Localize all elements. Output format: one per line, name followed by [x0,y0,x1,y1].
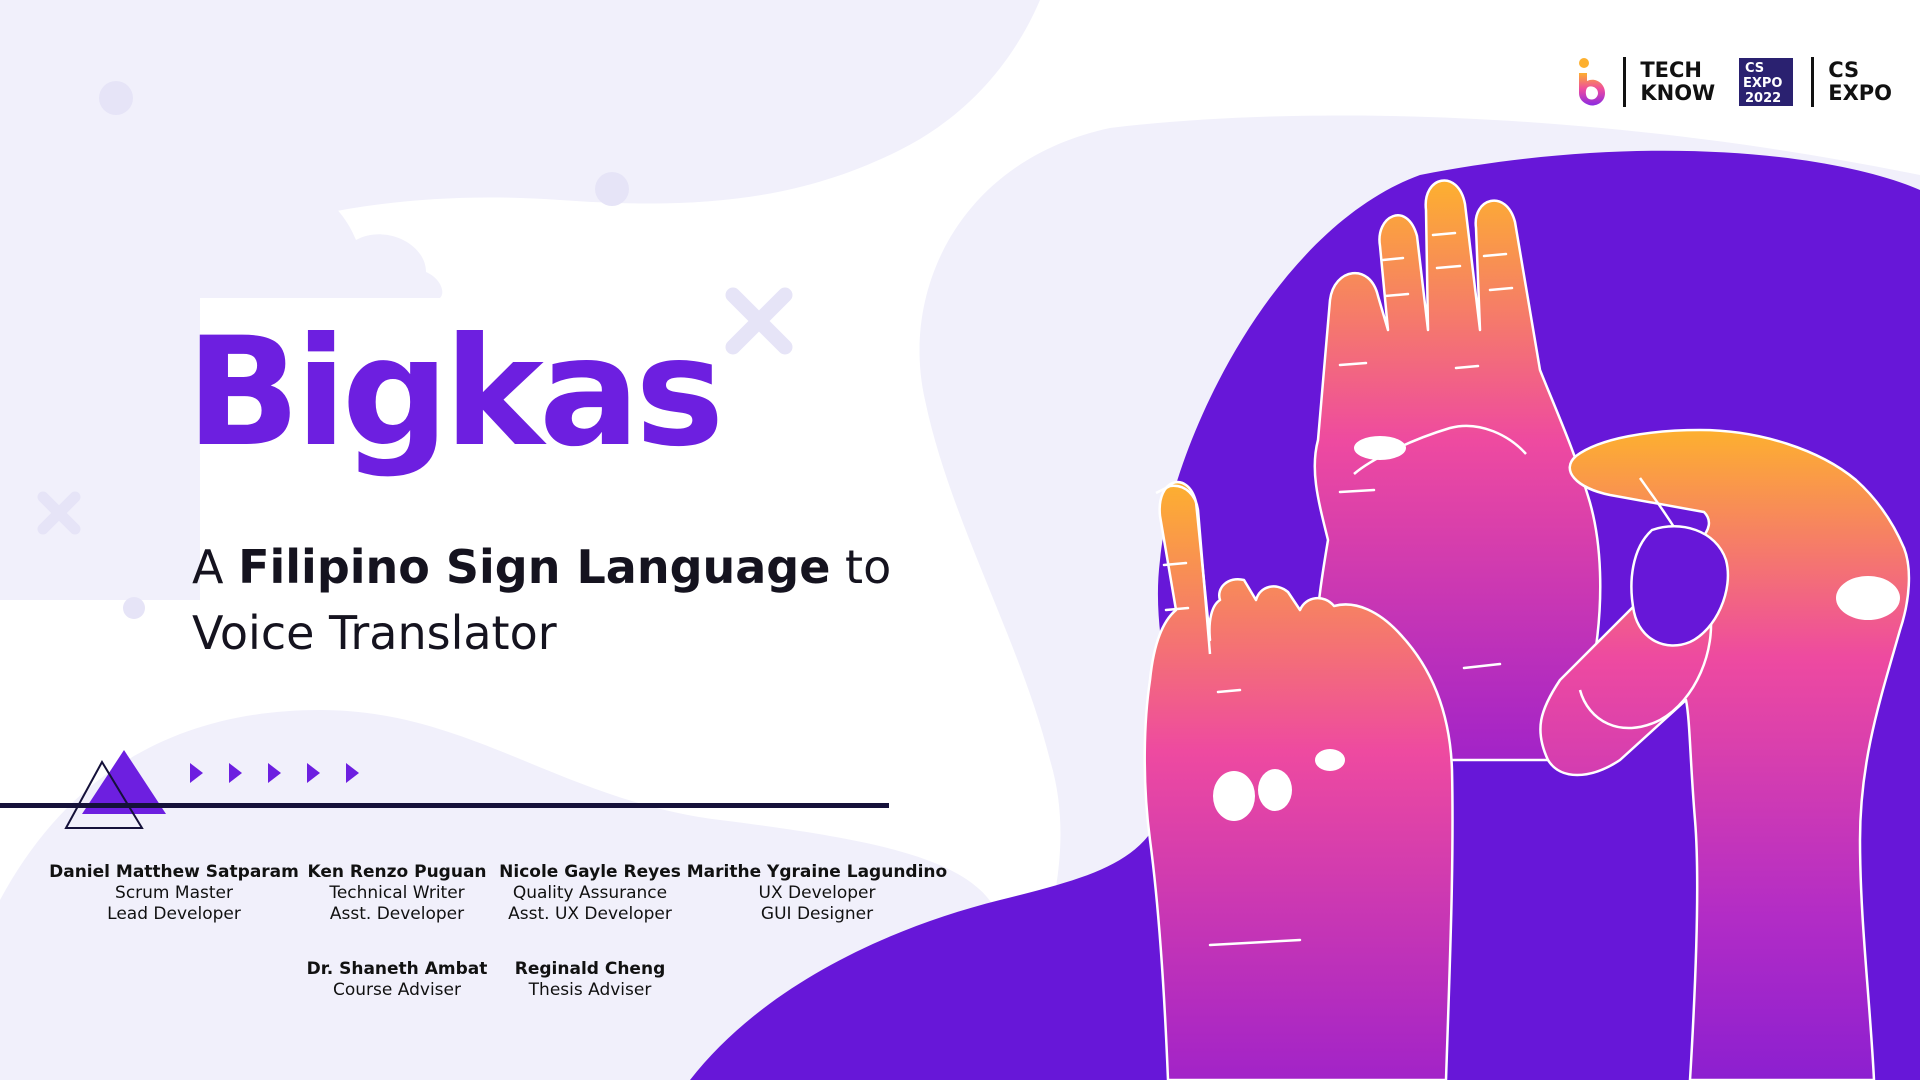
badge-line3: 2022 [1745,91,1781,106]
member-role: Thesis Adviser [528,980,652,1000]
csexpo-line2: EXPO [1828,81,1892,105]
arrow-icon [307,763,320,783]
member-role: UX Developer [758,883,876,903]
triangle-decoration-icon [64,750,166,829]
cs-expo-wordmark: CS EXPO [1828,59,1892,105]
arrow-icon [268,763,281,783]
page-subtitle: A Filipino Sign Language to Voice Transl… [192,534,891,666]
subtitle-line1: A Filipino Sign Language to [192,534,891,600]
techknow-line2: KNOW [1640,81,1716,105]
dot-bubble [99,81,133,115]
subtitle-prefix: A [192,540,239,594]
page-title: Bigkas [186,306,724,480]
logo-divider [1811,57,1815,107]
techknow-logo-icon [1579,58,1606,106]
dot-bubble [123,597,145,619]
subtitle-highlight: Filipino Sign Language [238,540,831,594]
dot-bubble [595,172,629,206]
cs-expo-2022-badge-icon: CS EXPO 2022 [1739,58,1794,106]
arrow-decoration [190,763,359,783]
slide: TECH KNOW CS EXPO 2022 CS EXPO Bigkas A … [0,0,1920,1080]
logo-divider [1623,57,1627,107]
csexpo-line1: CS [1828,58,1860,82]
arrow-icon [346,763,359,783]
adviser: Reginald Cheng Thesis Adviser [450,959,730,1001]
subtitle-suffix: to [830,540,892,594]
badge-line2: EXPO [1743,76,1782,91]
badge-line1: CS [1745,61,1764,76]
x-mark [725,287,793,355]
arrow-icon [229,763,242,783]
techknow-wordmark: TECH KNOW [1640,59,1715,105]
member-name: Marithe Ygraine Lagundino [686,862,948,882]
member-role: GUI Designer [760,904,874,924]
techknow-line1: TECH [1640,58,1703,82]
team-member: Marithe Ygraine Lagundino UX Developer G… [677,862,957,925]
divider-line [0,803,889,808]
subtitle-line2: Voice Translator [192,606,557,660]
arrow-icon [190,763,203,783]
member-name: Reginald Cheng [514,959,666,979]
logo-bar: TECH KNOW CS EXPO 2022 CS EXPO [1577,56,1892,108]
